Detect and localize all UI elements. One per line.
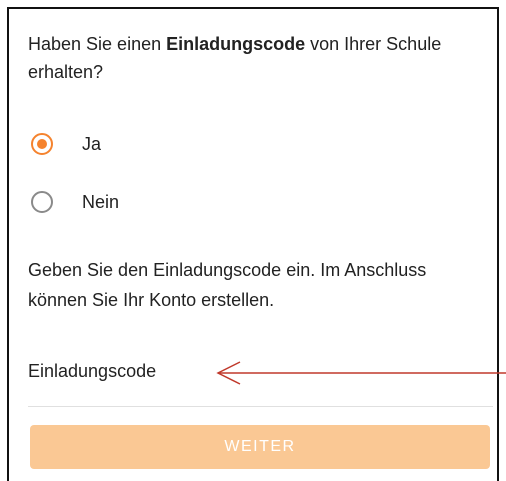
radio-unselected-icon[interactable] (31, 191, 53, 213)
radio-selected-icon[interactable] (31, 133, 53, 155)
question-bold: Einladungscode (166, 34, 306, 54)
weiter-button[interactable]: WEITER (30, 425, 490, 469)
question-text: Haben Sie einen Einladungscode von Ihrer… (28, 30, 468, 86)
radio-option-nein[interactable]: Nein (31, 188, 119, 216)
invitation-code-field[interactable]: Einladungscode (28, 358, 506, 407)
radio-label-nein: Nein (82, 191, 120, 212)
invitation-code-label: Einladungscode (28, 361, 157, 381)
annotation-arrow-icon (216, 361, 506, 385)
radio-label-ja: Ja (82, 133, 102, 154)
info-text: Geben Sie den Einladungscode ein. Im Ans… (28, 260, 427, 310)
radio-option-ja[interactable]: Ja (31, 130, 101, 158)
question-prefix: Haben Sie einen (28, 34, 167, 54)
